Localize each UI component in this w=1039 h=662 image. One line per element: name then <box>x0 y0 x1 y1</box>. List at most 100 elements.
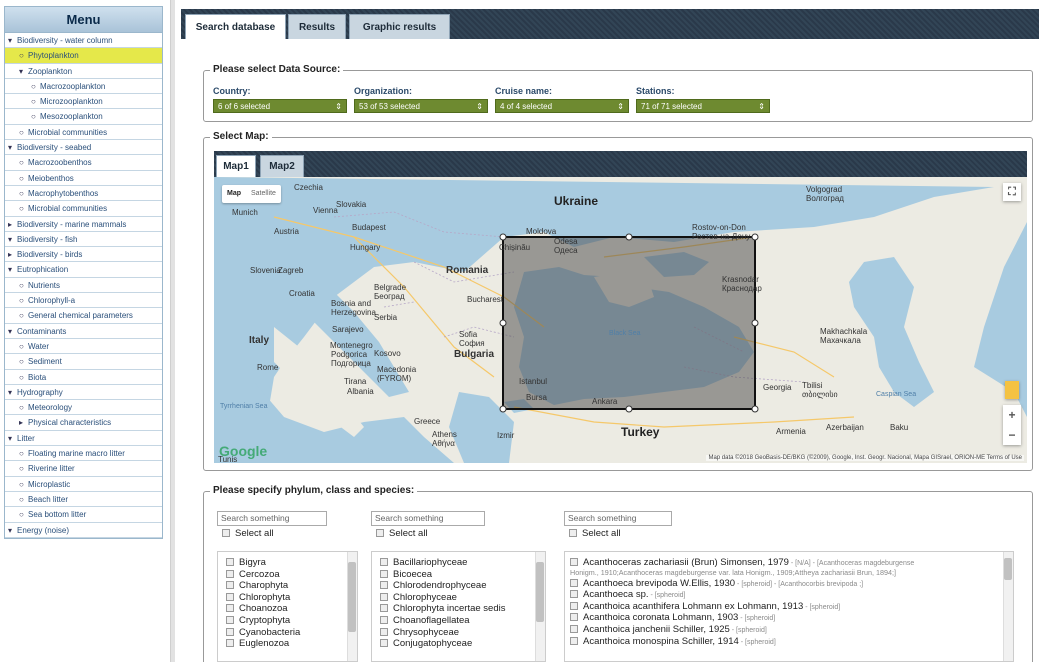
checkbox-icon[interactable] <box>226 592 234 601</box>
menu-item[interactable]: ▾ Eutrophication <box>5 262 162 278</box>
menu-item[interactable]: ○ Water <box>5 339 162 355</box>
menu-item[interactable]: ▾ Biodiversity - water column <box>5 33 162 49</box>
checkbox-icon[interactable] <box>380 558 388 566</box>
menu-item[interactable]: ○ Microbial communities <box>5 201 162 217</box>
menu-item[interactable]: ○ Nutrients <box>5 278 162 294</box>
checkbox-icon[interactable] <box>226 558 234 566</box>
menu-item[interactable]: ○ Floating marine macro litter <box>5 446 162 462</box>
class-item[interactable]: Choanoflagellatea <box>380 615 545 627</box>
menu-item[interactable]: ○ Sediment <box>5 354 162 370</box>
checkbox-icon[interactable] <box>570 613 578 622</box>
checkbox-icon[interactable] <box>226 615 234 624</box>
menu-item[interactable]: ▾ Zooplankton <box>5 64 162 79</box>
phylum-list[interactable]: Bigyra Cercozoa Charophyta Chlorophyta Choan… <box>217 551 358 662</box>
menu-item[interactable]: ▾ Energy (noise) <box>5 523 162 538</box>
phylum-item[interactable]: Euglenozoa <box>226 638 357 650</box>
species-item[interactable]: Acanthoica coronata Lohmann, 1903 - [sph… <box>570 612 1013 624</box>
menu-item[interactable]: ○ Macrozoobenthos <box>5 155 162 171</box>
menu-item[interactable]: ○ Beach litter <box>5 492 162 508</box>
phylum-item[interactable]: Cryptophyta <box>226 615 357 627</box>
menu-item[interactable]: ▾ Contaminants <box>5 324 162 339</box>
class-item[interactable]: Bacillariophyceae <box>380 557 545 569</box>
phylum-item[interactable]: Cyanobacteria <box>226 627 357 639</box>
menu-item[interactable]: ▾ Hydrography <box>5 385 162 401</box>
species-item[interactable]: Acanthoica janchenii Schiller, 1925 - [s… <box>570 624 1013 636</box>
tab-map1[interactable]: Map1 <box>216 155 256 177</box>
checkbox-icon[interactable] <box>570 578 578 587</box>
menu-item[interactable]: ○ Microplastic <box>5 477 162 492</box>
species-item[interactable]: Acanthoeca brevipoda W.Ellis, 1930 - [sp… <box>570 578 1013 590</box>
class-item[interactable]: Chrysophyceae <box>380 627 545 639</box>
species-list[interactable]: Acanthoceras zachariasii (Brun) Simonsen… <box>564 551 1014 662</box>
phylum-item[interactable]: Choanozoa <box>226 603 357 615</box>
menu-item[interactable]: ○ General chemical parameters <box>5 308 162 324</box>
class-list[interactable]: Bacillariophyceae Bicoecea Chlorodendrophy… <box>371 551 546 662</box>
class-item[interactable]: Chlorophyceae <box>380 592 545 604</box>
menu-item[interactable]: ○ Riverine litter <box>5 461 162 477</box>
class-item[interactable]: Bicoecea <box>380 569 545 581</box>
species-item[interactable]: Acanthoica monospina Schiller, 1914 - [s… <box>570 636 1013 648</box>
menu-item[interactable]: ○ Microbial communities <box>5 125 162 141</box>
checkbox-icon[interactable] <box>570 636 578 645</box>
organization-select[interactable]: 53 of 53 selected ⇕ <box>354 99 488 113</box>
tab-graphic-results[interactable]: Graphic results <box>349 14 450 39</box>
stations-select[interactable]: 71 of 71 selected ⇕ <box>636 99 770 113</box>
checkbox-icon[interactable] <box>226 569 234 578</box>
checkbox-icon[interactable] <box>570 558 578 566</box>
menu-item[interactable]: ▸ Biodiversity - birds <box>5 247 162 263</box>
menu-item[interactable]: ▾ Biodiversity - fish <box>5 232 162 248</box>
menu-item[interactable]: ○ Macrophytobenthos <box>5 186 162 202</box>
menu-item[interactable]: ○ Meteorology <box>5 400 162 416</box>
phylum-search-input[interactable]: Search something <box>217 511 327 526</box>
phylum-item[interactable]: Bigyra <box>226 557 357 569</box>
menu-item[interactable]: ▸ Physical characteristics <box>5 415 162 431</box>
class-item[interactable]: Chlorodendrophyceae <box>380 580 545 592</box>
checkbox-icon[interactable] <box>570 601 578 610</box>
map-attribution[interactable]: Map data ©2018 GeoBasis-DE/BKG (©2009), … <box>706 455 1024 461</box>
fullscreen-icon[interactable]: ⛶ <box>1003 183 1021 201</box>
species-select-all[interactable]: Select all <box>569 528 621 539</box>
map-canvas[interactable]: Map Satellite Czechia Slovakia Munich Vienn… <box>214 177 1027 463</box>
menu-item[interactable]: ○ Mesozooplankton <box>5 109 162 125</box>
map-type-map-button[interactable]: Map <box>222 185 246 203</box>
scroll-thumb[interactable] <box>1004 558 1012 580</box>
checkbox-icon[interactable] <box>380 627 388 636</box>
checkbox-icon[interactable] <box>570 590 578 599</box>
class-search-input[interactable]: Search something <box>371 511 485 526</box>
checkbox-icon[interactable] <box>380 604 388 613</box>
phylum-scrollbar[interactable] <box>347 552 357 661</box>
class-item[interactable]: Chlorophyta incertae sedis <box>380 603 545 615</box>
checkbox-icon[interactable] <box>570 624 578 633</box>
menu-item[interactable]: ○ Sea bottom litter <box>5 507 162 523</box>
tab-results[interactable]: Results <box>288 14 346 39</box>
checkbox-icon[interactable] <box>226 581 234 590</box>
zoom-in-button[interactable]: + <box>1003 405 1021 425</box>
map-type-satellite-button[interactable]: Satellite <box>246 185 281 203</box>
scroll-thumb[interactable] <box>348 562 356 632</box>
menu-item[interactable]: ○ Meiobenthos <box>5 171 162 186</box>
checkbox-icon[interactable] <box>222 529 230 537</box>
checkbox-icon[interactable] <box>380 581 388 590</box>
phylum-item[interactable]: Charophyta <box>226 580 357 592</box>
checkbox-icon[interactable] <box>380 615 388 624</box>
scroll-thumb[interactable] <box>536 562 544 622</box>
panel-divider[interactable] <box>170 0 175 662</box>
menu-item[interactable]: ○ Macrozooplankton <box>5 79 162 95</box>
checkbox-icon[interactable] <box>226 639 234 648</box>
menu-item[interactable]: ○ Microzooplankton <box>5 94 162 110</box>
checkbox-icon[interactable] <box>226 627 234 636</box>
menu-item[interactable]: ▾ Biodiversity - seabed <box>5 140 162 156</box>
species-scrollbar[interactable] <box>1003 552 1013 661</box>
country-select[interactable]: 6 of 6 selected ⇕ <box>213 99 347 113</box>
class-item[interactable]: Conjugatophyceae <box>380 638 545 650</box>
species-item[interactable]: Acanthoeca sp. - [spheroid] <box>570 589 1013 601</box>
phylum-item[interactable]: Chlorophyta <box>226 592 357 604</box>
menu-item[interactable]: ○ Biota <box>5 370 162 385</box>
checkbox-icon[interactable] <box>226 604 234 613</box>
tab-map2[interactable]: Map2 <box>260 155 304 177</box>
checkbox-icon[interactable] <box>569 529 577 537</box>
class-scrollbar[interactable] <box>535 552 545 661</box>
class-select-all[interactable]: Select all <box>376 528 428 539</box>
species-search-input[interactable]: Search something <box>564 511 672 526</box>
menu-item[interactable]: ▾ Litter <box>5 431 162 447</box>
